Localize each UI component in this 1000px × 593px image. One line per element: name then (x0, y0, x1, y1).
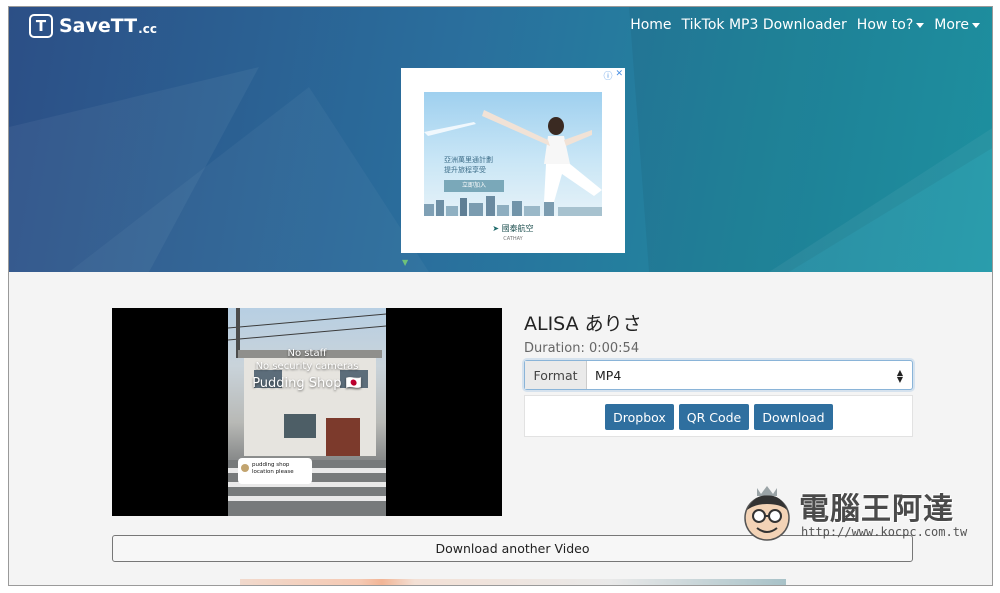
video-title: ALISA ありさ (524, 313, 642, 335)
nav-mp3-downloader[interactable]: TikTok MP3 Downloader (682, 17, 847, 33)
close-icon[interactable]: ✕ (615, 69, 623, 82)
ad-headline: 亞洲萬里通計劃 提升旅程享受 (444, 156, 493, 174)
video-thumbnail: No staff No security cameras Pudding Sho… (228, 308, 386, 516)
hero-banner: T SaveTT .cc Home TikTok MP3 Downloader … (9, 7, 992, 272)
nav-how-to[interactable]: How to? (857, 17, 925, 33)
brand-name: SaveTT (59, 15, 138, 37)
video-preview[interactable]: No staff No security cameras Pudding Sho… (112, 308, 502, 516)
ad-banner[interactable]: ⓘ ✕ 亞洲萬里通計劃 提升旅程享受 立即加入 ➤ 國泰航空 CATHAY (401, 68, 625, 253)
format-label: Format (525, 361, 587, 389)
dropbox-button[interactable]: Dropbox (605, 404, 674, 430)
nav-home[interactable]: Home (630, 17, 671, 33)
brand-suffix: .cc (138, 21, 157, 36)
watermark-text: 電腦王阿達 (799, 492, 954, 527)
watermark: 電腦王阿達 http://www.kocpc.com.tw (741, 478, 971, 548)
adchoices-icon[interactable]: ▼ (402, 258, 408, 267)
video-duration: Duration: 0:00:54 (524, 341, 640, 356)
ad-cta-button[interactable]: 立即加入 (444, 180, 504, 192)
brand-logo[interactable]: T SaveTT .cc (29, 14, 157, 38)
download-actions: Dropbox QR Code Download (524, 395, 913, 437)
ad-brand-sub: CATHAY (503, 236, 523, 242)
top-navbar: T SaveTT .cc Home TikTok MP3 Downloader … (9, 7, 992, 47)
video-overlay-text-1: No staff (287, 348, 327, 359)
video-comment-bubble: pudding shop location please (238, 458, 312, 484)
video-overlay-text-3: Pudding Shop 🇯🇵 (252, 376, 362, 391)
comment-avatar (241, 464, 249, 472)
ad-image: 亞洲萬里通計劃 提升旅程享受 立即加入 (424, 92, 602, 216)
ad-brand-name: ➤ 國泰航空 (492, 224, 534, 233)
partial-ad-strip (240, 579, 786, 585)
caret-down-icon (972, 22, 980, 28)
nav-more[interactable]: More (934, 17, 980, 33)
browser-frame: T SaveTT .cc Home TikTok MP3 Downloader … (8, 6, 993, 586)
logo-icon: T (29, 14, 53, 38)
video-overlay-text-2: No security cameras (255, 361, 359, 372)
download-button[interactable]: Download (754, 404, 833, 430)
caret-down-icon (916, 22, 925, 28)
ad-skyline (424, 196, 602, 216)
watermark-url: http://www.kocpc.com.tw (801, 525, 968, 539)
info-icon[interactable]: ⓘ (603, 69, 612, 82)
select-arrows-icon: ▲ ▼ (896, 368, 903, 384)
format-select[interactable]: MP4 ▲ ▼ (587, 361, 912, 389)
nav-menu: Home TikTok MP3 Downloader How to? More (630, 17, 990, 33)
mascot-icon (744, 486, 790, 541)
qr-code-button[interactable]: QR Code (679, 404, 749, 430)
format-select-group: Format MP4 ▲ ▼ (524, 360, 913, 390)
